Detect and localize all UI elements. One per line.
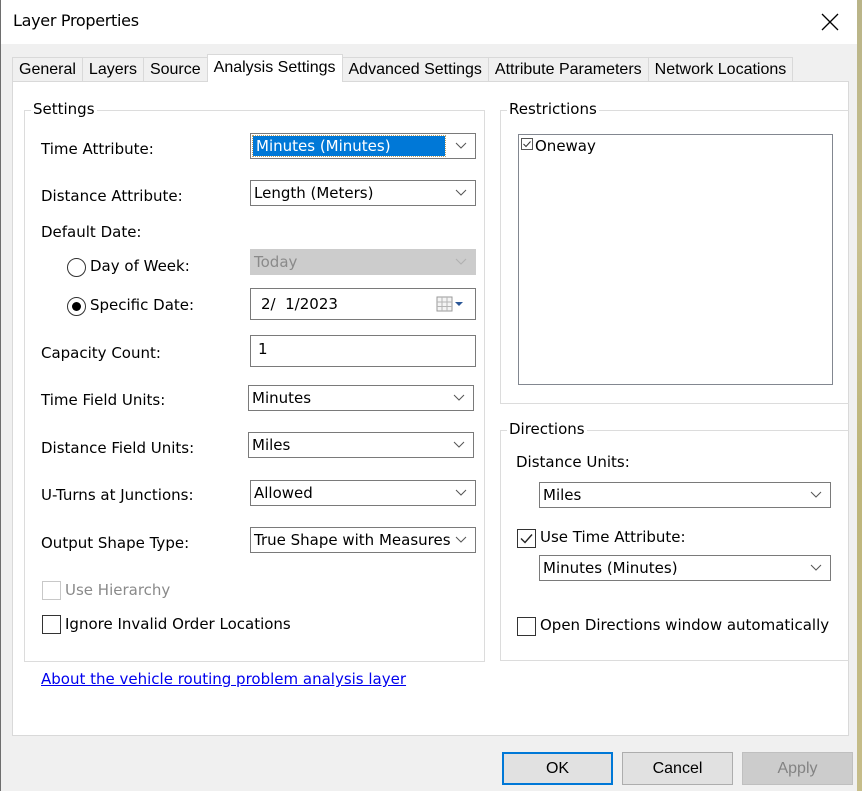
- tab-general[interactable]: General: [12, 57, 83, 82]
- time-attribute-selection: Minutes (Minutes): [252, 135, 446, 157]
- time-attribute-label: Time Attribute:: [41, 140, 154, 158]
- apply-button[interactable]: Apply: [742, 752, 853, 785]
- use-hierarchy-checkbox[interactable]: [42, 581, 61, 600]
- specific-date-value: 2/ 1/2023: [261, 295, 338, 313]
- directions-time-attribute-value: Minutes (Minutes): [543, 559, 678, 577]
- time-attribute-dropdown[interactable]: Minutes (Minutes): [250, 133, 476, 159]
- default-date-label: Default Date:: [41, 223, 142, 241]
- tab-advanced-settings[interactable]: Advanced Settings: [341, 57, 489, 82]
- tab-source[interactable]: Source: [142, 57, 208, 82]
- analysis-settings-panel: Settings Time Attribute: Minutes (Minute…: [12, 81, 849, 736]
- about-vrp-layer-link[interactable]: About the vehicle routing problem analys…: [41, 670, 406, 688]
- close-icon: [821, 13, 839, 31]
- directions-time-attribute-dropdown[interactable]: Minutes (Minutes): [539, 555, 831, 581]
- ignore-invalid-order-locations-label: Ignore Invalid Order Locations: [65, 615, 291, 633]
- tab-analysis-settings[interactable]: Analysis Settings: [206, 54, 343, 82]
- chevron-down-icon: [455, 142, 467, 149]
- uturns-label: U-Turns at Junctions:: [41, 486, 194, 504]
- restrictions-group-label: Restrictions: [507, 100, 599, 118]
- background-map-strip: [857, 0, 862, 791]
- output-shape-type-value: True Shape with Measures: [254, 531, 451, 549]
- chevron-down-icon: [455, 258, 467, 265]
- chevron-down-icon: [453, 441, 465, 448]
- chevron-down-icon: [810, 564, 822, 571]
- distance-field-units-dropdown[interactable]: Miles: [248, 432, 474, 458]
- time-field-units-value: Minutes: [252, 389, 312, 407]
- time-field-units-label: Time Field Units:: [41, 391, 166, 409]
- title-bar: Layer Properties: [1, 0, 857, 44]
- distance-attribute-value: Length (Meters): [254, 184, 374, 202]
- chevron-down-icon: [455, 189, 467, 196]
- day-of-week-radio[interactable]: [67, 258, 86, 277]
- uturns-value: Allowed: [254, 484, 313, 502]
- ok-button[interactable]: OK: [502, 752, 613, 785]
- specific-date-radio[interactable]: [67, 297, 86, 316]
- specific-date-label: Specific Date:: [90, 296, 195, 314]
- close-button[interactable]: [811, 6, 849, 38]
- use-time-attribute-checkbox[interactable]: [517, 529, 536, 548]
- output-shape-type-dropdown[interactable]: True Shape with Measures: [250, 527, 476, 553]
- checkmark-icon: [523, 141, 531, 148]
- capacity-count-input[interactable]: 1: [250, 335, 476, 367]
- uturns-dropdown[interactable]: Allowed: [250, 480, 476, 506]
- day-of-week-value: Today: [254, 253, 298, 271]
- chevron-down-icon: [810, 491, 822, 498]
- specific-date-picker[interactable]: 2/ 1/2023: [250, 288, 476, 320]
- tab-network-locations[interactable]: Network Locations: [647, 57, 794, 82]
- chevron-down-icon: [455, 489, 467, 496]
- distance-units-dropdown[interactable]: Miles: [539, 482, 831, 508]
- checkmark-icon: [520, 534, 533, 544]
- restrictions-list[interactable]: Oneway: [518, 134, 833, 385]
- use-hierarchy-label: Use Hierarchy: [65, 581, 171, 599]
- day-of-week-dropdown[interactable]: Today: [250, 249, 476, 275]
- tab-layers[interactable]: Layers: [81, 57, 144, 82]
- day-of-week-label: Day of Week:: [90, 257, 190, 275]
- open-directions-window-label: Open Directions window automatically: [540, 616, 830, 634]
- distance-field-units-value: Miles: [252, 436, 291, 454]
- window-title: Layer Properties: [13, 11, 139, 30]
- ignore-invalid-order-locations-checkbox[interactable]: [42, 615, 61, 634]
- chevron-down-icon: [453, 394, 465, 401]
- distance-field-units-label: Distance Field Units:: [41, 439, 195, 457]
- capacity-count-label: Capacity Count:: [41, 344, 161, 362]
- settings-group-label: Settings: [31, 100, 97, 118]
- restriction-item-oneway[interactable]: Oneway: [521, 137, 596, 155]
- cancel-button[interactable]: Cancel: [622, 752, 733, 785]
- output-shape-type-label: Output Shape Type:: [41, 534, 190, 552]
- oneway-checkbox[interactable]: [521, 138, 533, 150]
- calendar-icon[interactable]: [435, 294, 465, 314]
- time-field-units-dropdown[interactable]: Minutes: [248, 385, 474, 411]
- time-attribute-value: Minutes (Minutes): [256, 137, 391, 155]
- distance-attribute-label: Distance Attribute:: [41, 187, 183, 205]
- tab-strip: General Layers Source Analysis Settings …: [12, 54, 794, 82]
- directions-group-label: Directions: [507, 420, 587, 438]
- distance-units-label: Distance Units:: [516, 453, 630, 471]
- open-directions-window-checkbox[interactable]: [517, 617, 536, 636]
- layer-properties-dialog: Layer Properties General Layers Source A…: [0, 0, 857, 791]
- oneway-label: Oneway: [535, 137, 596, 155]
- distance-units-value: Miles: [543, 486, 582, 504]
- distance-attribute-dropdown[interactable]: Length (Meters): [250, 180, 476, 206]
- capacity-count-value: 1: [258, 340, 268, 358]
- use-time-attribute-label: Use Time Attribute:: [540, 528, 686, 546]
- chevron-down-icon: [455, 536, 467, 543]
- tab-attribute-parameters[interactable]: Attribute Parameters: [487, 57, 649, 82]
